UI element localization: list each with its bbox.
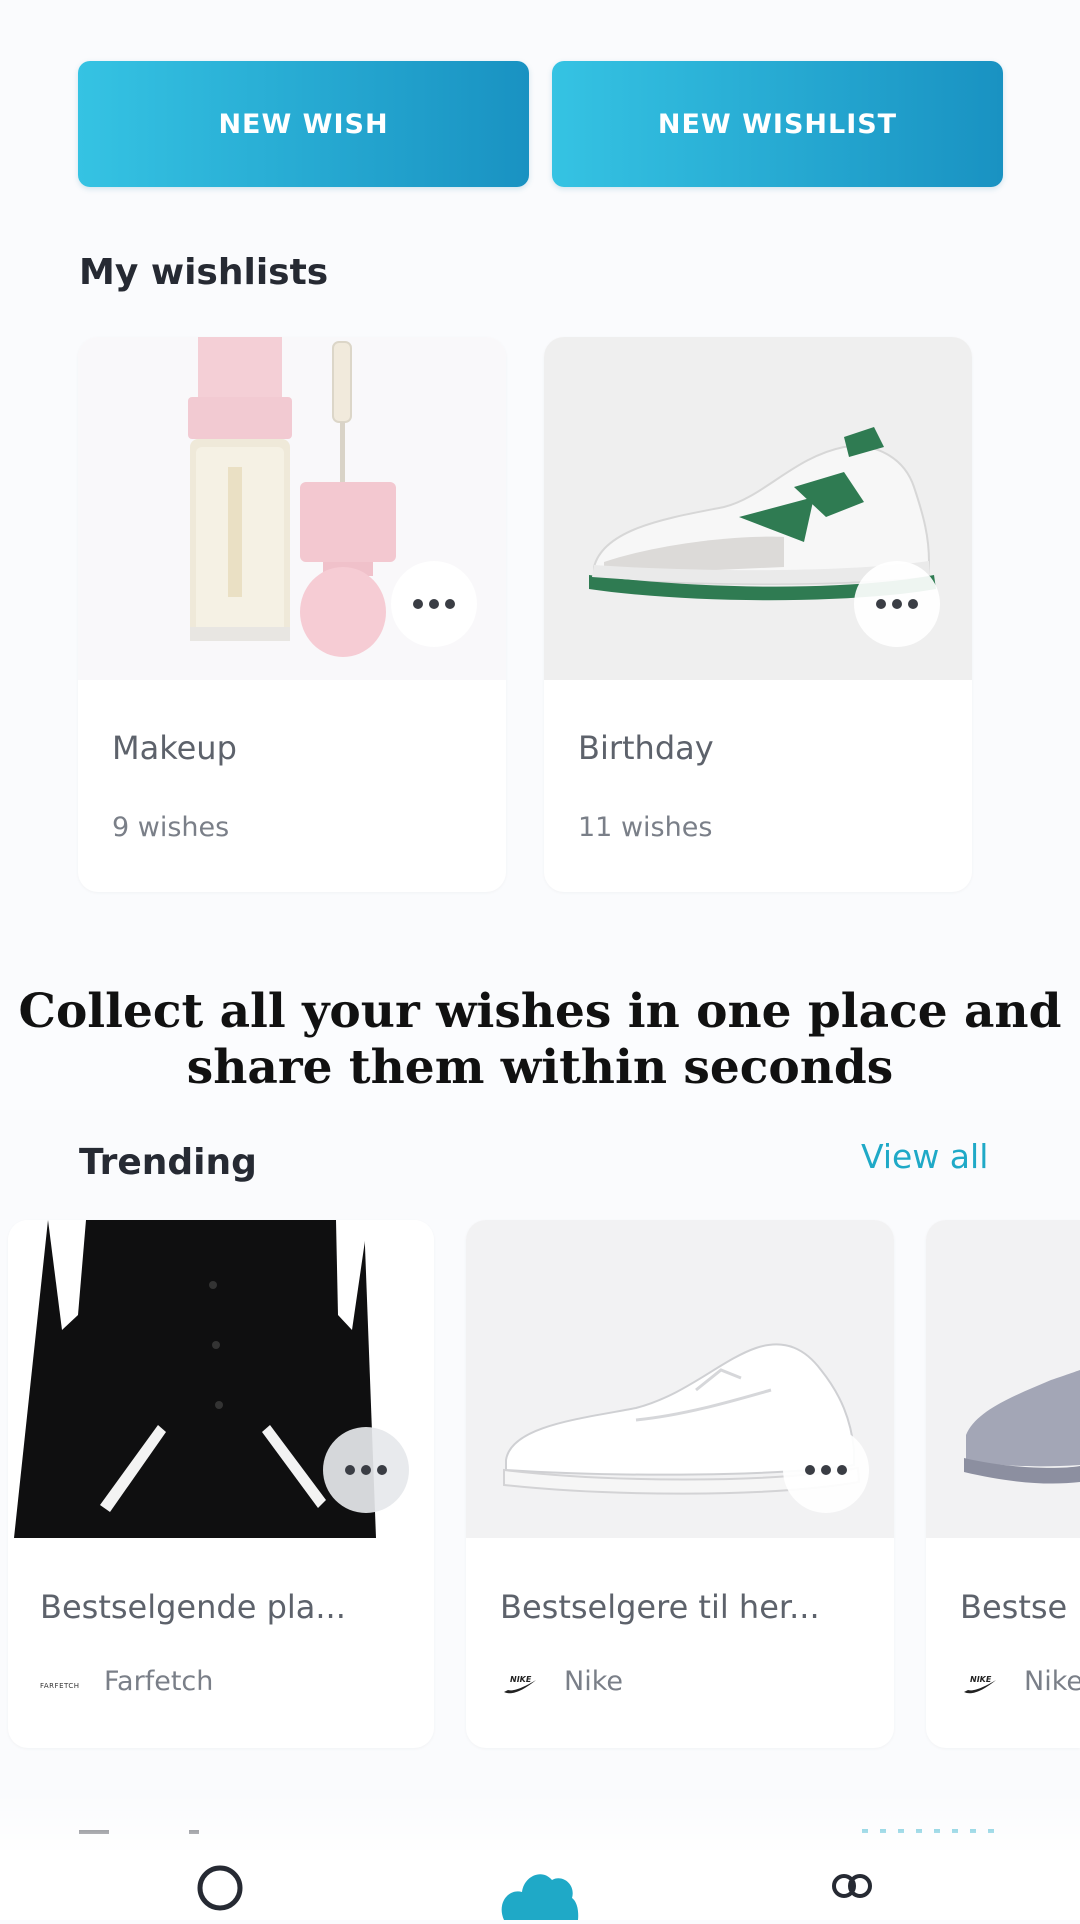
trending-image-grey-sneaker	[926, 1220, 1080, 1538]
new-wish-label: NEW WISH	[218, 108, 389, 140]
nike-logo-icon: NIKE	[502, 1670, 538, 1704]
cloud-icon[interactable]	[496, 1860, 580, 1924]
wishlist-card-birthday[interactable]: Birthday 11 wishes	[544, 337, 972, 892]
dot-icon	[445, 599, 455, 609]
friends-icon[interactable]	[826, 1870, 880, 1924]
trending-more-button[interactable]	[783, 1427, 869, 1513]
dot-icon	[345, 1465, 355, 1475]
search-icon[interactable]	[196, 1862, 246, 1924]
wishlist-name: Birthday	[578, 729, 714, 767]
bottom-nav	[0, 1850, 1080, 1920]
dot-icon	[805, 1465, 815, 1475]
wishlist-count: 9 wishes	[112, 812, 230, 843]
trending-brand: Nike	[564, 1666, 623, 1697]
trending-brand: Nike	[1024, 1666, 1080, 1697]
dot-icon	[908, 599, 918, 609]
trending-heading: Trending	[79, 1142, 257, 1183]
trending-card[interactable]: Bestselgende pla... FARFETCH Farfetch	[8, 1220, 434, 1748]
wishlist-more-button[interactable]	[391, 561, 477, 647]
wishlist-count: 11 wishes	[578, 812, 713, 843]
promo-caption: Collect all your wishes in one place and…	[18, 984, 1062, 1095]
dot-icon	[361, 1465, 371, 1475]
trending-title: Bestse	[960, 1588, 1068, 1626]
wishlist-more-button[interactable]	[854, 561, 940, 647]
trending-more-button[interactable]	[323, 1427, 409, 1513]
nike-logo-icon: NIKE	[962, 1670, 998, 1704]
trending-brand: Farfetch	[104, 1666, 214, 1697]
new-wishlist-label: NEW WISHLIST	[657, 108, 898, 140]
dot-icon	[876, 599, 886, 609]
view-all-link[interactable]: View all	[861, 1137, 988, 1176]
dot-icon	[377, 1465, 387, 1475]
grey-sneaker-image	[964, 1370, 1080, 1484]
new-wishlist-button[interactable]: NEW WISHLIST	[552, 61, 1003, 187]
dot-icon	[429, 599, 439, 609]
trending-title: Bestselgende pla...	[40, 1588, 346, 1626]
wishlist-card-makeup[interactable]: Makeup 9 wishes	[78, 337, 506, 892]
farfetch-logo: FARFETCH	[40, 1682, 80, 1690]
dot-icon	[821, 1465, 831, 1475]
trending-title: Bestselgere til her...	[500, 1588, 820, 1626]
trending-card[interactable]: Bestse NIKE Nike	[926, 1220, 1080, 1748]
dot-icon	[413, 599, 423, 609]
wishlist-name: Makeup	[112, 729, 237, 767]
svg-text:NIKE: NIKE	[970, 1675, 992, 1684]
svg-text:NIKE: NIKE	[510, 1675, 532, 1684]
dot-icon	[837, 1465, 847, 1475]
dot-icon	[892, 599, 902, 609]
trending-card[interactable]: Bestselgere til her... NIKE Nike	[466, 1220, 894, 1748]
my-wishlists-heading: My wishlists	[79, 252, 329, 293]
new-wish-button[interactable]: NEW WISH	[78, 61, 529, 187]
